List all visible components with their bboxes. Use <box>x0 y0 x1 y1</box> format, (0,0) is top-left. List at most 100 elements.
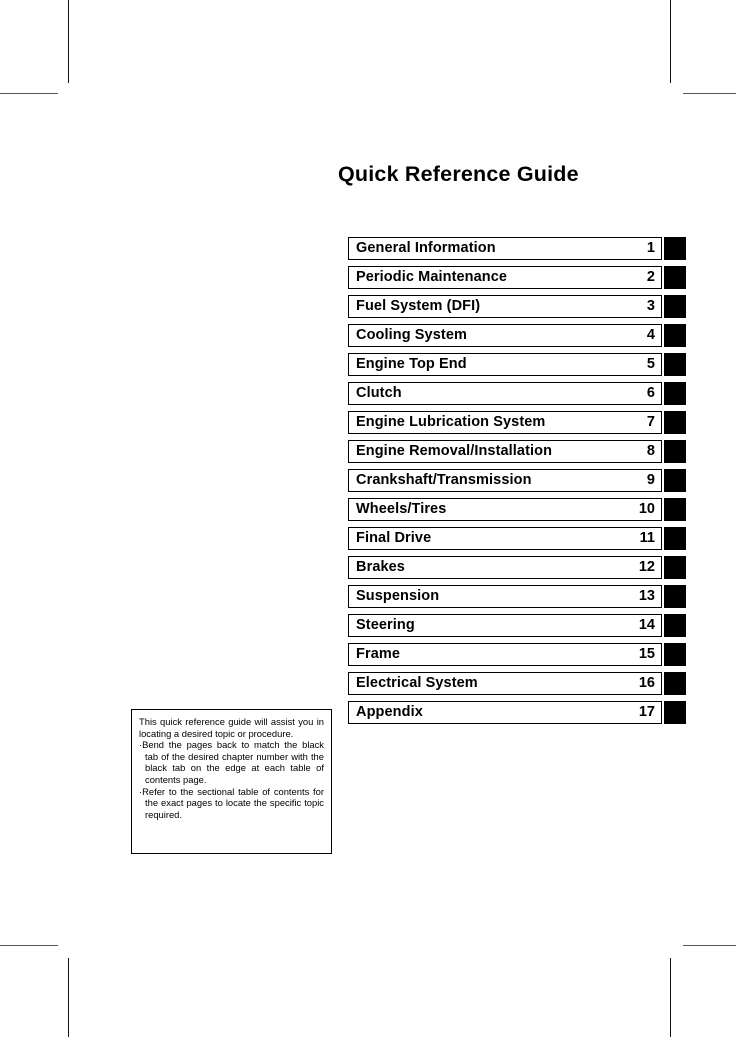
chapter-row[interactable]: Fuel System (DFI) 3 <box>348 295 686 318</box>
crop-mark-top-left-horizontal <box>0 93 58 94</box>
chapter-row[interactable]: Electrical System 16 <box>348 672 686 695</box>
chapter-black-tab <box>664 672 686 695</box>
chapter-row[interactable]: Clutch 6 <box>348 382 686 405</box>
chapter-name: Final Drive <box>356 530 432 547</box>
chapter-entry-final-drive[interactable]: Final Drive 11 <box>348 527 662 550</box>
chapter-row[interactable]: Engine Removal/Installation 8 <box>348 440 686 463</box>
chapter-row[interactable]: General Information 1 <box>348 237 686 260</box>
chapter-row[interactable]: Frame 15 <box>348 643 686 666</box>
chapter-entry-steering[interactable]: Steering 14 <box>348 614 662 637</box>
chapter-name: Frame <box>356 646 401 663</box>
chapter-name: Suspension <box>356 588 440 605</box>
chapter-black-tab <box>664 411 686 434</box>
chapter-black-tab <box>664 527 686 550</box>
chapter-black-tab <box>664 382 686 405</box>
chapter-entry-cooling-system[interactable]: Cooling System 4 <box>348 324 662 347</box>
chapter-name: Engine Lubrication System <box>356 414 546 431</box>
chapter-black-tab <box>664 498 686 521</box>
quick-reference-guide-page: Quick Reference Guide General Informatio… <box>0 0 736 1037</box>
chapter-entry-engine-top-end[interactable]: Engine Top End 5 <box>348 353 662 376</box>
chapter-entry-fuel-system-dfi[interactable]: Fuel System (DFI) 3 <box>348 295 662 318</box>
crop-mark-top-right-vertical <box>670 0 671 83</box>
chapter-entry-engine-lubrication-system[interactable]: Engine Lubrication System 7 <box>348 411 662 434</box>
chapter-black-tab <box>664 701 686 724</box>
chapter-row[interactable]: Wheels/Tires 10 <box>348 498 686 521</box>
chapter-black-tab <box>664 324 686 347</box>
chapter-entry-electrical-system[interactable]: Electrical System 16 <box>348 672 662 695</box>
chapter-black-tab <box>664 556 686 579</box>
chapter-name: Electrical System <box>356 675 478 692</box>
crop-mark-bottom-left-vertical <box>68 958 69 1037</box>
chapter-black-tab <box>664 643 686 666</box>
chapter-name: Crankshaft/Transmission <box>356 472 532 489</box>
chapter-name: Wheels/Tires <box>356 501 447 518</box>
crop-mark-bottom-left-horizontal <box>0 945 58 946</box>
chapter-number: 6 <box>646 385 655 402</box>
chapter-entry-suspension[interactable]: Suspension 13 <box>348 585 662 608</box>
chapter-name: Cooling System <box>356 327 467 344</box>
chapter-row[interactable]: Steering 14 <box>348 614 686 637</box>
chapter-number: 8 <box>646 443 655 460</box>
chapter-entry-crankshaft-transmission[interactable]: Crankshaft/Transmission 9 <box>348 469 662 492</box>
chapter-entry-general-information[interactable]: General Information 1 <box>348 237 662 260</box>
chapter-name: General Information <box>356 240 496 257</box>
chapter-row[interactable]: Engine Lubrication System 7 <box>348 411 686 434</box>
chapter-number: 12 <box>638 559 655 576</box>
chapter-index-table: General Information 1 Periodic Maintenance… <box>348 237 686 730</box>
chapter-number: 1 <box>646 240 655 257</box>
chapter-number: 14 <box>638 617 655 634</box>
chapter-number: 17 <box>638 704 655 721</box>
chapter-black-tab <box>664 237 686 260</box>
chapter-row[interactable]: Crankshaft/Transmission 9 <box>348 469 686 492</box>
chapter-number: 10 <box>638 501 655 518</box>
chapter-number: 9 <box>646 472 655 489</box>
chapter-name: Clutch <box>356 385 402 402</box>
chapter-row[interactable]: Suspension 13 <box>348 585 686 608</box>
chapter-black-tab <box>664 440 686 463</box>
chapter-row[interactable]: Periodic Maintenance 2 <box>348 266 686 289</box>
note-bullet-item: ·Refer to the sectional table of content… <box>139 786 324 821</box>
chapter-black-tab <box>664 295 686 318</box>
note-intro-text: This quick reference guide will assist y… <box>139 716 324 739</box>
chapter-entry-appendix[interactable]: Appendix 17 <box>348 701 662 724</box>
chapter-name: Engine Top End <box>356 356 467 373</box>
chapter-entry-brakes[interactable]: Brakes 12 <box>348 556 662 579</box>
chapter-number: 7 <box>646 414 655 431</box>
chapter-number: 11 <box>639 530 655 547</box>
chapter-row[interactable]: Appendix 17 <box>348 701 686 724</box>
chapter-row[interactable]: Engine Top End 5 <box>348 353 686 376</box>
chapter-name: Steering <box>356 617 415 634</box>
chapter-black-tab <box>664 266 686 289</box>
crop-mark-bottom-right-vertical <box>670 958 671 1037</box>
crop-mark-bottom-right-horizontal <box>683 945 736 946</box>
note-bullet-list: ·Bend the pages back to match the black … <box>139 739 324 820</box>
chapter-number: 3 <box>646 298 655 315</box>
chapter-name: Periodic Maintenance <box>356 269 508 286</box>
chapter-number: 4 <box>646 327 655 344</box>
chapter-name: Engine Removal/Installation <box>356 443 553 460</box>
chapter-name: Fuel System (DFI) <box>356 298 481 315</box>
crop-mark-top-left-vertical <box>68 0 69 83</box>
crop-mark-top-right-horizontal <box>683 93 736 94</box>
chapter-row[interactable]: Final Drive 11 <box>348 527 686 550</box>
chapter-black-tab <box>664 585 686 608</box>
chapter-entry-engine-removal-installation[interactable]: Engine Removal/Installation 8 <box>348 440 662 463</box>
chapter-number: 15 <box>638 646 655 663</box>
usage-note-box: This quick reference guide will assist y… <box>131 709 332 854</box>
chapter-black-tab <box>664 469 686 492</box>
chapter-entry-clutch[interactable]: Clutch 6 <box>348 382 662 405</box>
note-bullet-text: Refer to the sectional table of contents… <box>142 785 324 820</box>
chapter-entry-frame[interactable]: Frame 15 <box>348 643 662 666</box>
page-title: Quick Reference Guide <box>338 162 579 186</box>
chapter-number: 5 <box>646 356 655 373</box>
chapter-row[interactable]: Brakes 12 <box>348 556 686 579</box>
chapter-row[interactable]: Cooling System 4 <box>348 324 686 347</box>
note-bullet-item: ·Bend the pages back to match the black … <box>139 739 324 785</box>
chapter-entry-periodic-maintenance[interactable]: Periodic Maintenance 2 <box>348 266 662 289</box>
chapter-name: Appendix <box>356 704 423 721</box>
chapter-number: 13 <box>638 588 655 605</box>
chapter-black-tab <box>664 353 686 376</box>
note-bullet-text: Bend the pages back to match the black t… <box>142 739 324 785</box>
chapter-entry-wheels-tires[interactable]: Wheels/Tires 10 <box>348 498 662 521</box>
chapter-name: Brakes <box>356 559 405 576</box>
